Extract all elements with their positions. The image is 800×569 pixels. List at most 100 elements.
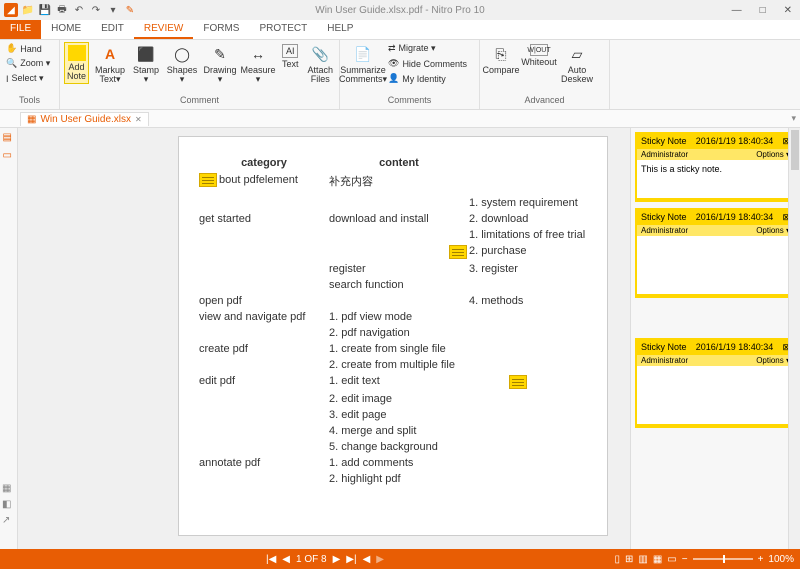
sticky-body[interactable]: This is a sticky note. [637, 160, 794, 200]
view-mode-4-icon[interactable]: ▦ [653, 554, 662, 565]
text-icon: AI [282, 44, 298, 58]
view-mode-1-icon[interactable]: ▯ [614, 554, 620, 565]
col-header-category: category [199, 157, 329, 169]
tab-help[interactable]: HELP [317, 20, 363, 39]
rail-icon-3[interactable]: ↗ [2, 515, 14, 527]
zoom-in-button[interactable]: + [758, 554, 764, 565]
maximize-button[interactable]: □ [756, 5, 770, 16]
document-tab-bar: ▦ Win User Guide.xlsx ✕ ▾ [0, 110, 800, 128]
tab-edit[interactable]: EDIT [91, 20, 134, 39]
view-mode-5-icon[interactable]: ▭ [667, 554, 676, 565]
status-bar: |◀ ◀ 1 OF 8 ▶ ▶| ◀ ▶ ▯ ⊞ ▥ ▦ ▭ − + 100% [0, 549, 800, 569]
my-identity-button[interactable]: 👤My Identity [386, 72, 469, 85]
drawing-button[interactable]: ✎Drawing ▾ [203, 42, 237, 86]
sticky-note-card[interactable]: Sticky Note2016/1/19 18:40:34⊠ Administr… [635, 132, 796, 202]
migrate-icon: ⇄ [388, 43, 396, 54]
qat-extra-icon[interactable]: ✎ [123, 3, 137, 17]
sticky-author: Administrator [641, 150, 688, 159]
hide-comments-button[interactable]: 👁Hide Comments [386, 57, 469, 70]
page-area[interactable]: categorycontent bout pdfelement补充内容 1. s… [18, 128, 630, 549]
compare-button[interactable]: ⎘Compare [484, 42, 518, 77]
attach-files-button[interactable]: 📎Attach Files [305, 42, 335, 86]
sticky-note-card[interactable]: Sticky Note2016/1/19 18:40:34⊠ Administr… [635, 338, 796, 428]
pages-panel-icon[interactable]: ▤ [3, 132, 15, 144]
prev-page-button[interactable]: ◀ [282, 554, 290, 565]
open-icon[interactable]: 📁 [21, 3, 35, 17]
sticky-options[interactable]: Options ▾ [756, 150, 790, 159]
zoom-tool[interactable]: 🔍Zoom ▾ [4, 57, 52, 70]
hide-icon: 👁 [388, 58, 399, 69]
nav-back-button[interactable]: ◀ [363, 554, 371, 565]
page-indicator: 1 OF 8 [296, 554, 327, 565]
sticky-title: Sticky Note [641, 342, 687, 353]
pdf-page: categorycontent bout pdfelement补充内容 1. s… [178, 136, 608, 536]
migrate-button[interactable]: ⇄Migrate ▾ [386, 42, 469, 55]
sticky-options[interactable]: Options ▾ [756, 226, 790, 235]
first-page-button[interactable]: |◀ [266, 554, 276, 565]
rail-icon-2[interactable]: ◧ [2, 499, 14, 511]
sticky-author: Administrator [641, 226, 688, 235]
next-page-button[interactable]: ▶ [333, 554, 341, 565]
sticky-body[interactable] [637, 366, 794, 426]
last-page-button[interactable]: ▶| [346, 554, 356, 565]
view-mode-2-icon[interactable]: ⊞ [625, 554, 633, 565]
sticky-timestamp: 2016/1/19 18:40:34 [696, 212, 774, 223]
sticky-title: Sticky Note [641, 212, 687, 223]
add-note-button[interactable]: Add Note [64, 42, 89, 84]
save-icon[interactable]: 💾 [38, 3, 52, 17]
tab-review[interactable]: REVIEW [134, 20, 193, 39]
bookmarks-panel-icon[interactable]: ▭ [3, 150, 15, 162]
ribbon-tabs: FILE HOME EDIT REVIEW FORMS PROTECT HELP [0, 20, 800, 40]
stamp-button[interactable]: ⬛Stamp ▾ [131, 42, 161, 86]
group-tools: Tools [4, 95, 55, 107]
zoom-icon: 🔍 [6, 58, 17, 69]
app-icon: ◢ [4, 3, 18, 17]
markup-text-button[interactable]: AMarkup Text▾ [93, 42, 127, 86]
comments-panel: Sticky Note2016/1/19 18:40:34⊠ Administr… [630, 128, 800, 549]
auto-deskew-button[interactable]: ▱Auto Deskew [560, 42, 594, 86]
summarize-comments-button[interactable]: 📄Summarize Comments▾ [344, 42, 382, 86]
sticky-note-card[interactable]: Sticky Note2016/1/19 18:40:34⊠ Administr… [635, 208, 796, 298]
tab-dropdown-icon[interactable]: ▾ [791, 113, 796, 124]
zoom-slider[interactable] [693, 558, 753, 560]
summarize-icon: 📄 [353, 44, 373, 64]
zoom-level: 100% [768, 554, 794, 565]
doc-close-icon[interactable]: ✕ [135, 115, 142, 124]
document-tab[interactable]: ▦ Win User Guide.xlsx ✕ [20, 112, 149, 126]
select-tool[interactable]: ISelect ▾ [4, 72, 52, 85]
sticky-note-icon[interactable] [199, 173, 217, 187]
select-icon: I [6, 74, 9, 84]
qat-more-icon[interactable]: ▾ [106, 3, 120, 17]
sticky-body[interactable] [637, 236, 794, 296]
group-comment: Comment [64, 95, 335, 107]
tab-protect[interactable]: PROTECT [249, 20, 317, 39]
shapes-button[interactable]: ◯Shapes ▾ [165, 42, 199, 86]
tab-home[interactable]: HOME [41, 20, 91, 39]
stamp-icon: ⬛ [136, 44, 156, 64]
whiteout-button[interactable]: W|OUTWhiteout [522, 42, 556, 69]
sticky-options[interactable]: Options ▾ [756, 356, 790, 365]
undo-icon[interactable]: ↶ [72, 3, 86, 17]
vertical-scrollbar[interactable] [788, 128, 800, 549]
minimize-button[interactable]: — [728, 5, 746, 16]
view-mode-3-icon[interactable]: ▥ [638, 554, 647, 565]
zoom-out-button[interactable]: − [682, 554, 688, 565]
print-icon[interactable]: 🖶 [55, 3, 69, 17]
group-advanced: Advanced [484, 95, 605, 107]
text-button[interactable]: AIText [279, 42, 301, 71]
redo-icon[interactable]: ↷ [89, 3, 103, 17]
rail-icon-1[interactable]: ▦ [2, 483, 14, 495]
sticky-title: Sticky Note [641, 136, 687, 147]
sticky-note-icon[interactable] [509, 375, 527, 389]
tab-forms[interactable]: FORMS [193, 20, 249, 39]
tab-file[interactable]: FILE [0, 20, 41, 39]
sticky-note-icon[interactable] [449, 245, 467, 259]
hand-tool[interactable]: ✋Hand [4, 42, 52, 55]
deskew-icon: ▱ [567, 44, 587, 64]
sticky-timestamp: 2016/1/19 18:40:34 [696, 342, 774, 353]
measure-button[interactable]: ↔Measure ▾ [241, 42, 275, 86]
window-title: Win User Guide.xlsx.pdf - Nitro Pro 10 [315, 5, 485, 16]
nav-fwd-button[interactable]: ▶ [376, 554, 384, 565]
measure-icon: ↔ [248, 44, 268, 64]
close-button[interactable]: ✕ [780, 5, 796, 16]
